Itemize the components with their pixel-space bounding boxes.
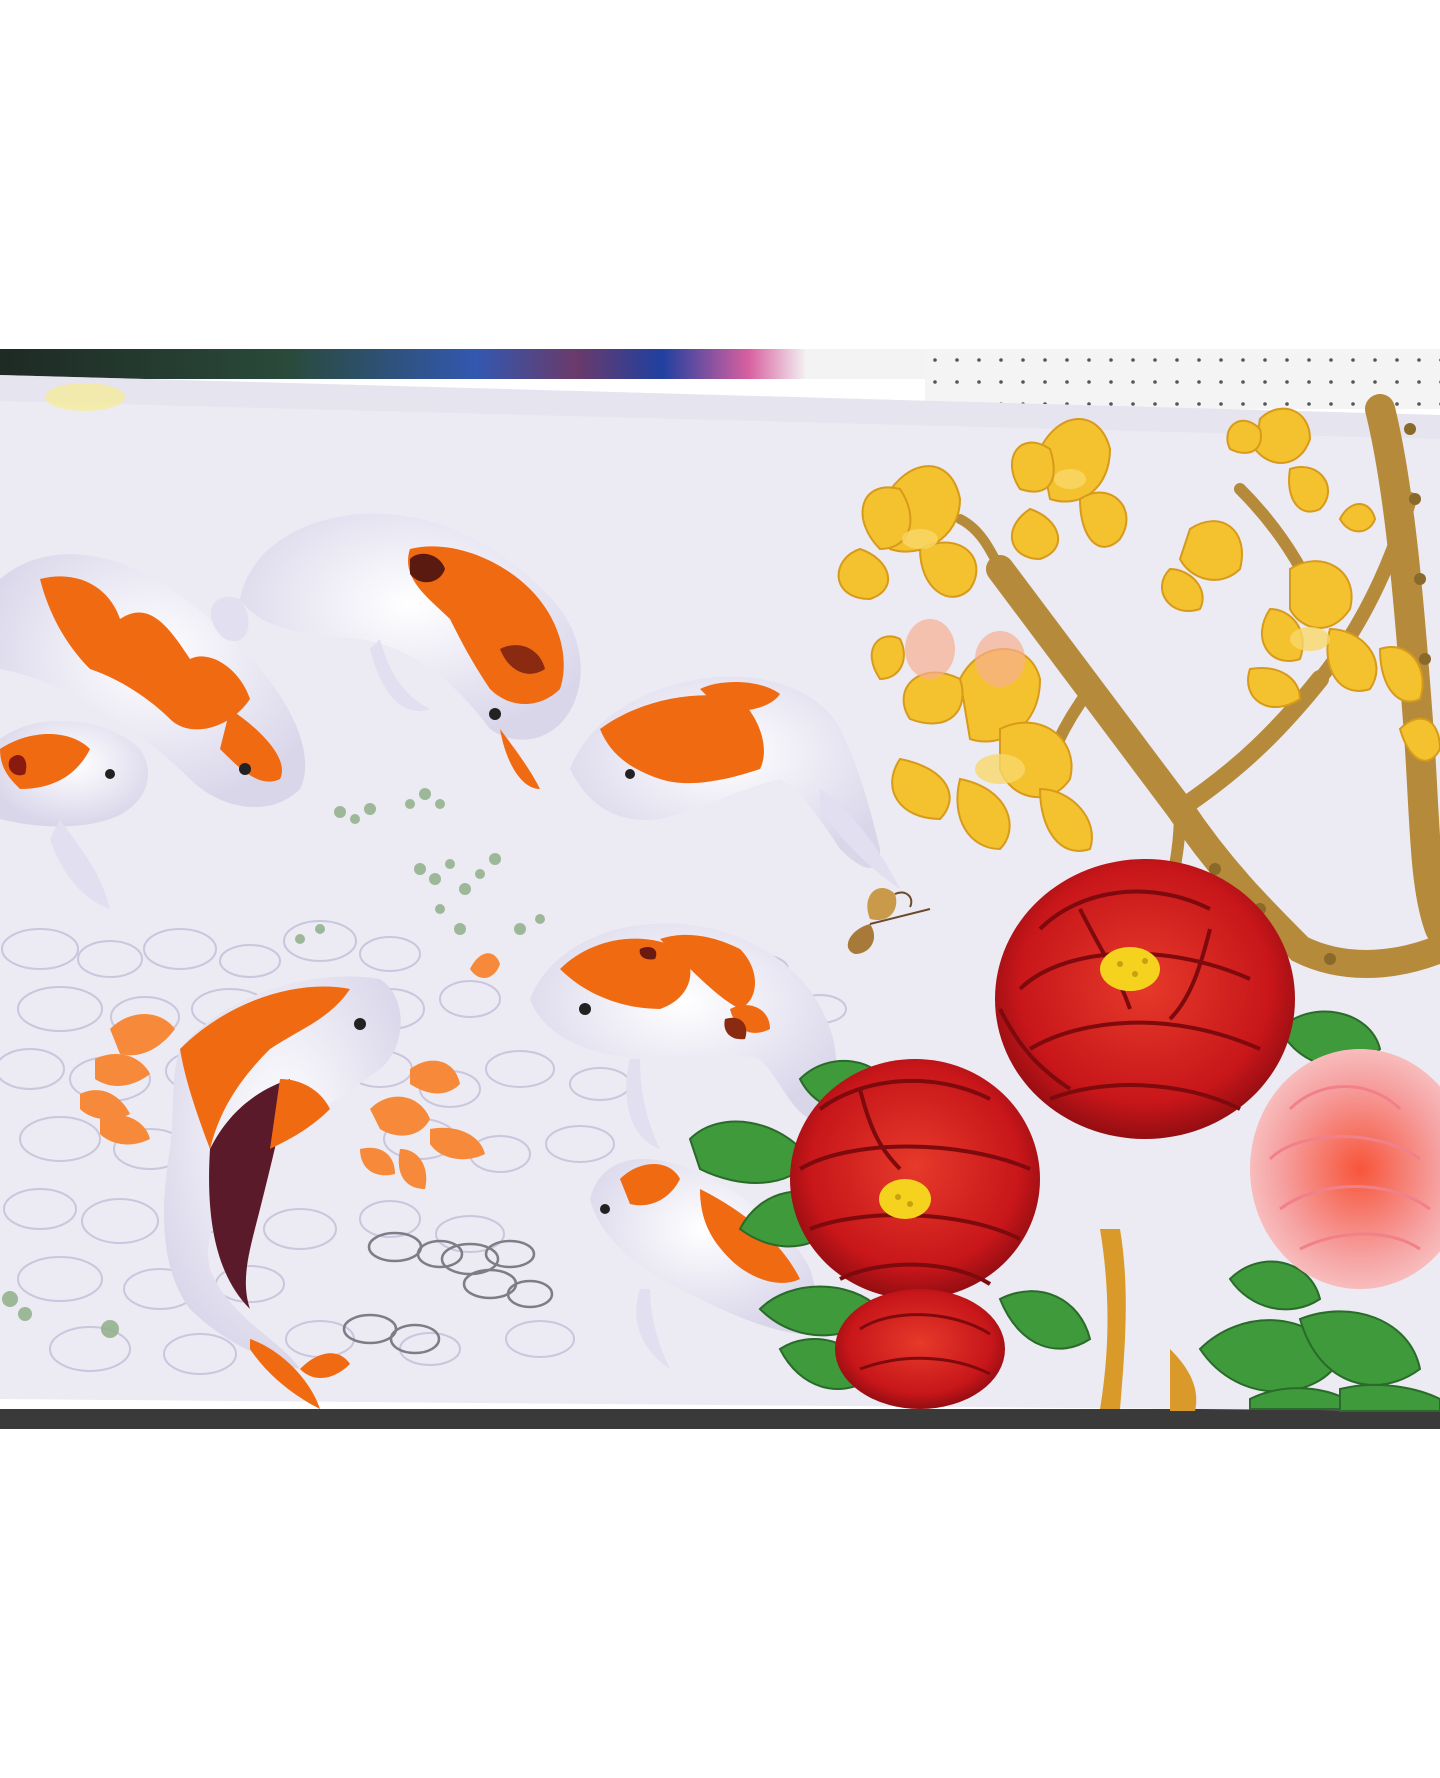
painting-photo (0, 349, 1440, 1429)
red-peony-left (790, 1059, 1040, 1299)
red-peony-bottom (835, 1289, 1005, 1409)
red-peony-large (995, 859, 1295, 1139)
